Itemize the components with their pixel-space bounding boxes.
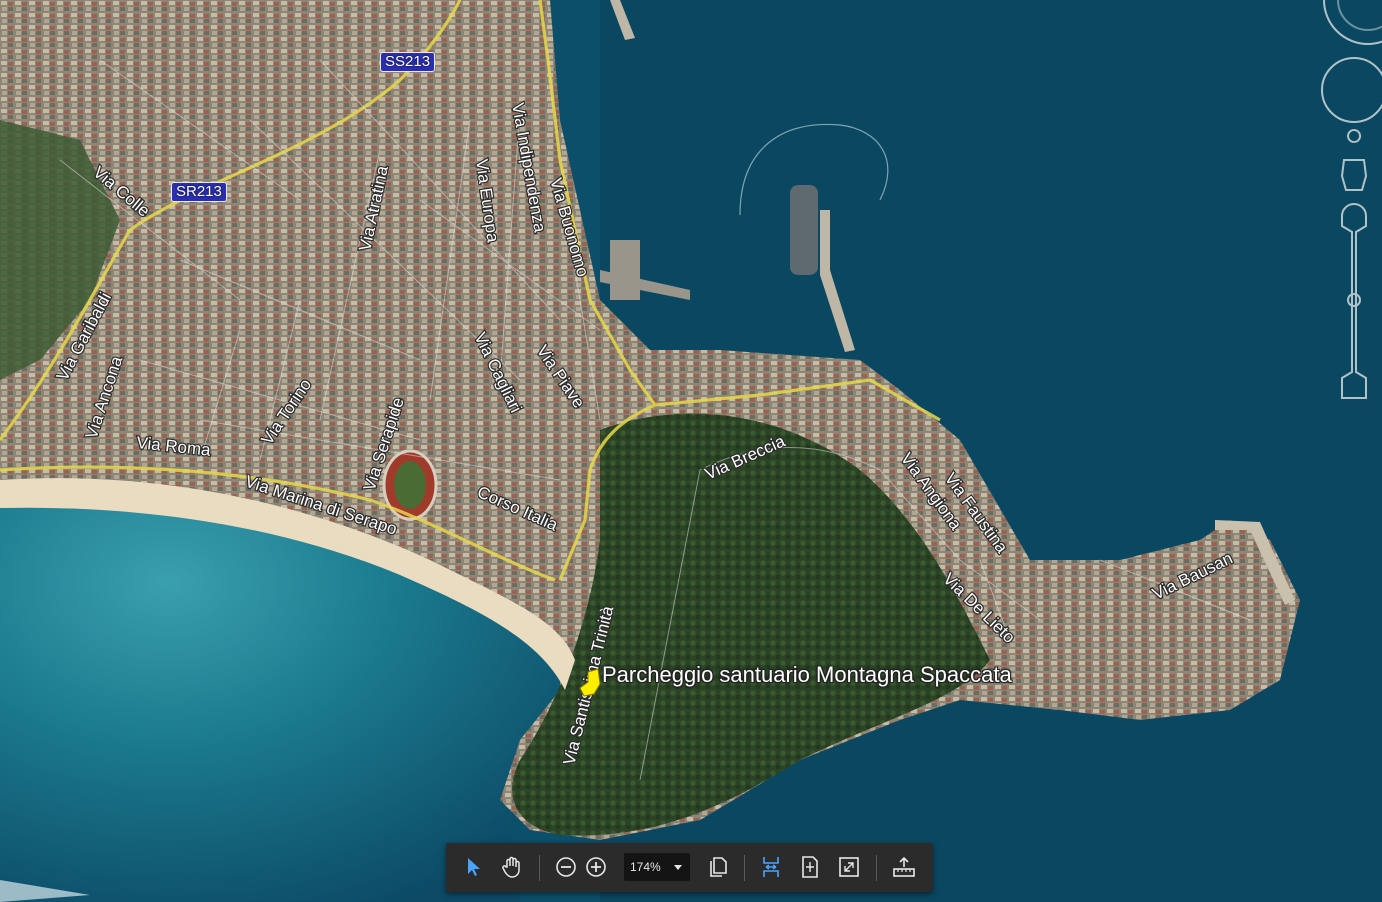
- stadium-field: [394, 461, 426, 509]
- select-arrow-icon[interactable]: [458, 851, 490, 883]
- warship: [790, 185, 818, 275]
- compass-ring-icon[interactable]: [1323, 0, 1382, 45]
- fit-page-icon[interactable]: [794, 851, 826, 883]
- placemark-label[interactable]: Parcheggio santuario Montagna Spaccata: [602, 662, 1012, 688]
- toolbar-divider: [539, 855, 540, 881]
- navigation-controls[interactable]: [1302, 0, 1382, 420]
- hand-pan-icon[interactable]: [496, 851, 528, 883]
- viewer-toolbar: 174%: [446, 843, 933, 892]
- pages-icon[interactable]: [702, 851, 734, 883]
- zoom-slider-icon[interactable]: [1341, 203, 1367, 399]
- fullscreen-icon[interactable]: [833, 851, 865, 883]
- look-joystick-icon[interactable]: [1321, 57, 1382, 123]
- chevron-down-icon: [674, 865, 682, 870]
- zoom-level-value: 174%: [630, 860, 661, 874]
- zoom-out-icon[interactable]: [550, 851, 582, 883]
- street-view-person-icon[interactable]: [1340, 129, 1368, 191]
- route-shield-sr213: SR213: [171, 182, 227, 202]
- measure-icon[interactable]: [888, 851, 920, 883]
- toolbar-divider: [744, 855, 745, 881]
- route-shield-ss213: SS213: [380, 52, 436, 72]
- zoom-level-select[interactable]: 174%: [624, 853, 690, 881]
- zoom-in-icon[interactable]: [580, 851, 612, 883]
- satellite-map[interactable]: Via Colle Via Garibaldi Via Ancona Via R…: [0, 0, 1382, 902]
- fit-width-icon[interactable]: [755, 851, 787, 883]
- toolbar-divider: [876, 855, 877, 881]
